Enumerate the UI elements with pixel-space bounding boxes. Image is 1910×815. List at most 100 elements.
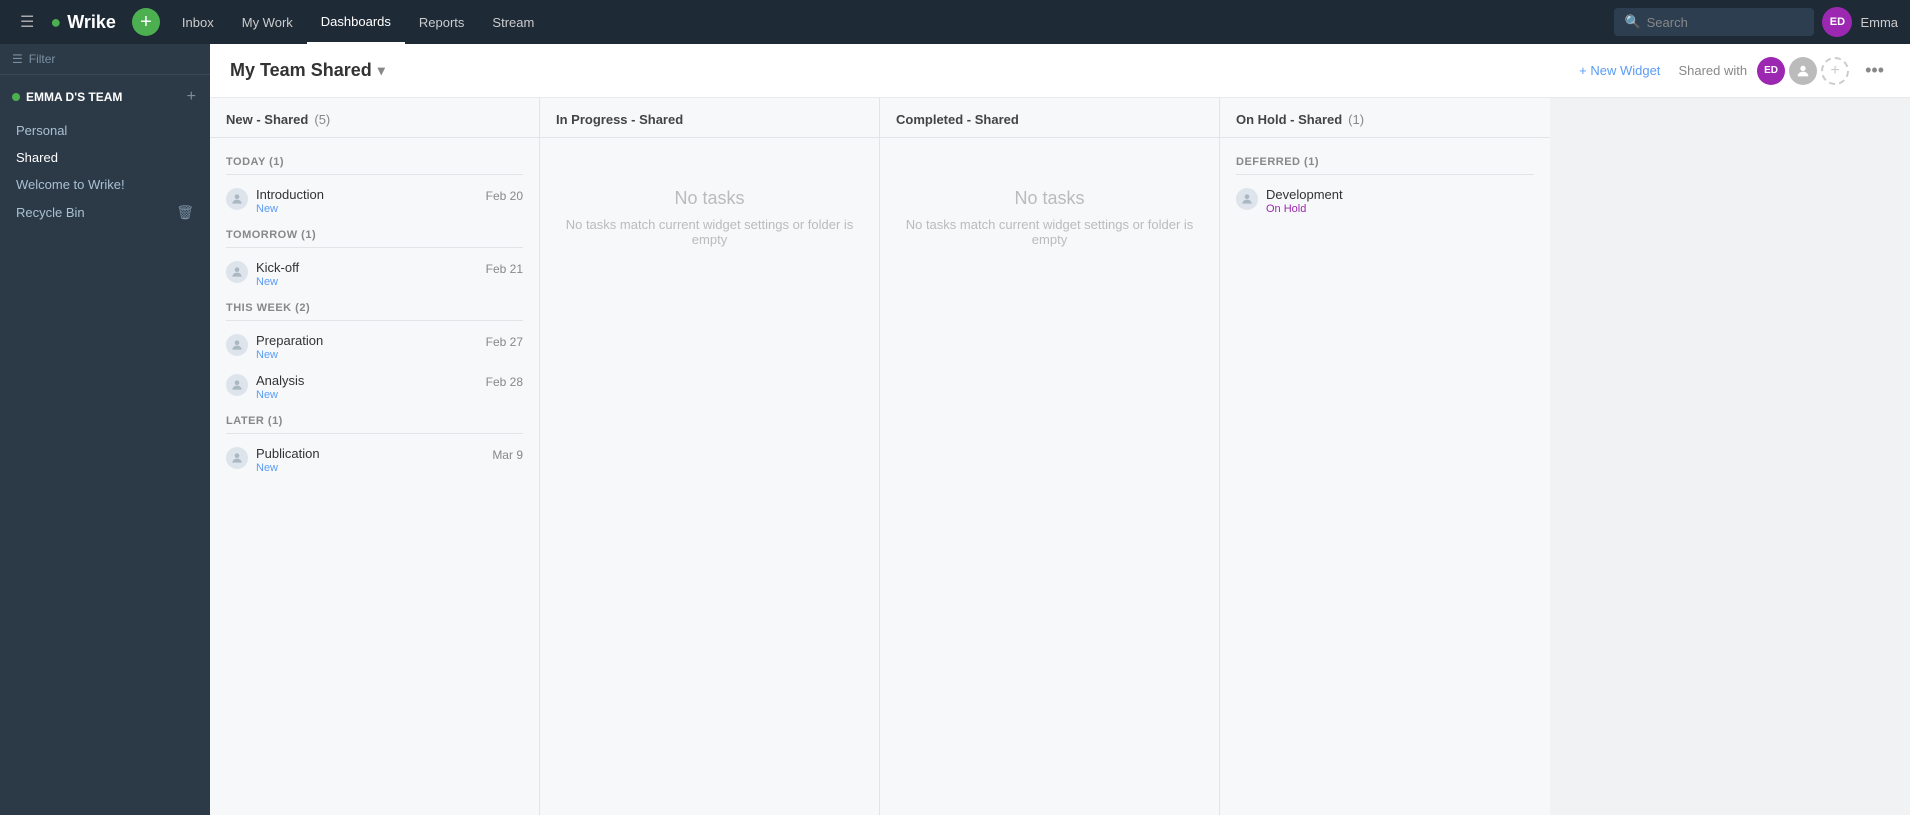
search-input[interactable] [1647,15,1787,30]
task-group-divider [226,247,523,248]
col-body-on-hold: DEFERRED (1) Development On Hold [1220,138,1550,815]
add-shared-user-button[interactable]: + [1821,57,1849,85]
empty-state: No tasks No tasks match current widget s… [540,148,879,287]
col-count: (1) [1348,112,1364,127]
task-avatar [226,188,248,210]
task-group-divider [226,174,523,175]
team-name: EMMA D'S TEAM [26,90,122,104]
page-title-text: My Team Shared [230,60,372,81]
logo-icon: ● [50,12,61,33]
task-status: New [256,203,478,215]
nav-inbox[interactable]: Inbox [168,0,228,44]
col-header-on-hold: On Hold - Shared (1) [1220,98,1550,138]
board-col-on-hold: On Hold - Shared (1) DEFERRED (1) Developm… [1220,98,1550,815]
col-body-completed: No tasks No tasks match current widget s… [880,138,1219,815]
sidebar-item-shared[interactable]: Shared [0,144,210,171]
sidebar-item-label: Welcome to Wrike! [16,177,125,192]
sidebar-item-label: Recycle Bin [16,205,85,220]
board-col-completed: Completed - Shared No tasks No tasks matc… [880,98,1220,815]
task-date: Mar 9 [492,448,523,462]
task-avatar [226,334,248,356]
add-button[interactable]: + [132,8,160,36]
task-date: Feb 20 [486,189,523,203]
user-name: Emma [1860,15,1898,30]
task-avatar [226,447,248,469]
nav-dashboards[interactable]: Dashboards [307,0,405,44]
task-row[interactable]: Introduction New Feb 20 [210,181,539,221]
task-group-label: TOMORROW (1) [210,221,539,245]
more-options-button[interactable]: ••• [1859,58,1890,83]
sidebar-items: Personal Shared Welcome to Wrike! Recycl… [0,113,210,231]
task-status: On Hold [1266,203,1534,215]
search-box: 🔍 [1614,8,1814,36]
nav-mywork[interactable]: My Work [228,0,307,44]
add-widget-label: + New Widget [1579,63,1660,78]
task-group-divider [226,320,523,321]
col-title: On Hold - Shared [1236,112,1342,127]
task-name: Development [1266,187,1534,202]
task-status: New [256,276,478,288]
add-widget-button[interactable]: + New Widget [1571,59,1668,82]
task-group-label: LATER (1) [210,407,539,431]
task-row[interactable]: Preparation New Feb 27 [210,327,539,367]
col-header-in-progress: In Progress - Shared [540,98,879,138]
team-add-button[interactable]: + [185,89,198,105]
team-dot [12,93,20,101]
col-title: Completed - Shared [896,112,1019,127]
task-date: Feb 21 [486,262,523,276]
header-right: + New Widget Shared with ED + ••• [1571,57,1890,85]
avatar-group: ED + [1757,57,1849,85]
task-group-divider [1236,174,1534,175]
col-title: In Progress - Shared [556,112,683,127]
col-title: New - Shared [226,112,308,127]
col-count: (5) [314,112,330,127]
title-dropdown-icon[interactable]: ▾ [378,62,385,79]
content-header: My Team Shared ▾ + New Widget Shared wit… [210,44,1910,98]
task-avatar [1236,188,1258,210]
task-group-divider [226,433,523,434]
trash-icon: 🗑 [176,204,194,221]
task-status: New [256,349,478,361]
hamburger-menu[interactable]: ☰ [12,8,42,36]
filter-bar: ☰ [0,44,210,75]
empty-title: No tasks [1014,188,1084,209]
task-row[interactable]: Analysis New Feb 28 [210,367,539,407]
avatar-ed[interactable]: ED [1757,57,1785,85]
col-body-in-progress: No tasks No tasks match current widget s… [540,138,879,815]
sidebar-item-personal[interactable]: Personal [0,117,210,144]
task-row[interactable]: Kick-off New Feb 21 [210,254,539,294]
task-info: Publication New [256,446,484,474]
task-info: Preparation New [256,333,478,361]
filter-input[interactable] [29,52,198,66]
sidebar: ☰ EMMA D'S TEAM + Personal Shared Welcom… [0,44,210,815]
task-group-label: DEFERRED (1) [1220,148,1550,172]
sidebar-item-label: Shared [16,150,58,165]
user-avatar[interactable]: ED [1822,7,1852,37]
col-body-new-shared: TODAY (1) Introduction New Feb 20 TOMORR… [210,138,539,815]
empty-sub: No tasks match current widget settings o… [900,217,1199,247]
nav-links: Inbox My Work Dashboards Reports Stream [168,0,548,44]
task-row[interactable]: Publication New Mar 9 [210,440,539,480]
logo-text: Wrike [67,12,116,33]
task-avatar [226,374,248,396]
team-header[interactable]: EMMA D'S TEAM + [12,85,198,109]
nav-reports[interactable]: Reports [405,0,479,44]
task-status: New [256,389,478,401]
task-name: Analysis [256,373,478,388]
task-avatar [226,261,248,283]
sidebar-item-welcome[interactable]: Welcome to Wrike! [0,171,210,198]
team-section: EMMA D'S TEAM + [0,75,210,113]
task-info: Analysis New [256,373,478,401]
task-name: Publication [256,446,484,461]
top-navigation: ☰ ● Wrike + Inbox My Work Dashboards Rep… [0,0,1910,44]
filter-icon: ☰ [12,52,23,66]
search-icon: 🔍 [1624,14,1640,30]
task-row[interactable]: Development On Hold [1220,181,1550,221]
task-date: Feb 27 [486,335,523,349]
nav-stream[interactable]: Stream [478,0,548,44]
sidebar-item-recycle[interactable]: Recycle Bin 🗑 [0,198,210,227]
task-info: Introduction New [256,187,478,215]
col-header-new-shared: New - Shared (5) [210,98,539,138]
avatar-ghost-user[interactable] [1789,57,1817,85]
task-info: Development On Hold [1266,187,1534,215]
